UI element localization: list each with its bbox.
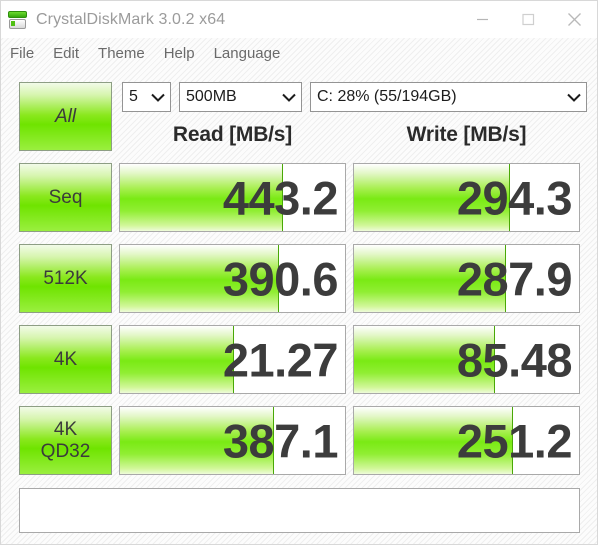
- run-4k-qd32-sublabel: QD32: [40, 440, 91, 462]
- comment-box[interactable]: [19, 488, 580, 533]
- run-seq-button[interactable]: Seq: [19, 163, 112, 232]
- close-button[interactable]: [551, 1, 597, 38]
- result-512k-write-value: 287.9: [456, 252, 573, 305]
- crystaldiskmark-window: CrystalDiskMark 3.0.2 x64 File Edit Them…: [0, 0, 598, 545]
- result-4k-read: 21.27: [119, 325, 346, 394]
- run-4k-qd32-button[interactable]: 4K QD32: [19, 406, 112, 475]
- write-column-header: Write [MB/s]: [406, 123, 527, 146]
- result-4k-qd32-write: 251.2: [353, 406, 580, 475]
- result-4k-read-value: 21.27: [222, 333, 339, 386]
- test-count-value: 5: [129, 88, 138, 105]
- window-title: CrystalDiskMark 3.0.2 x64: [36, 10, 226, 28]
- result-512k-read: 390.6: [119, 244, 346, 313]
- result-512k-write: 287.9: [353, 244, 580, 313]
- run-512k-label: 512K: [43, 267, 88, 289]
- run-seq-label: Seq: [48, 186, 83, 208]
- title-bar: CrystalDiskMark 3.0.2 x64: [1, 1, 597, 38]
- menu-item-file[interactable]: File: [10, 45, 34, 62]
- run-all-button[interactable]: All: [19, 82, 112, 151]
- result-4k-qd32-read: 387.1: [119, 406, 346, 475]
- run-4k-label: 4K: [53, 348, 78, 370]
- result-4k-qd32-read-value: 387.1: [222, 414, 339, 467]
- toolbar: 5 500MB C: 28% (55/194GB): [122, 82, 595, 112]
- test-size-value: 500MB: [186, 88, 237, 105]
- menu-item-edit[interactable]: Edit: [53, 45, 79, 62]
- result-seq-write: 294.3: [353, 163, 580, 232]
- menu-item-help[interactable]: Help: [164, 45, 195, 62]
- chevron-down-icon: [151, 93, 165, 102]
- run-all-label: All: [54, 105, 77, 127]
- drive-value: C: 28% (55/194GB): [317, 88, 457, 105]
- menu-bar: File Edit Theme Help Language: [1, 38, 597, 68]
- result-seq-read-value: 443.2: [222, 171, 339, 224]
- result-512k-read-value: 390.6: [222, 252, 339, 305]
- result-seq-write-value: 294.3: [456, 171, 573, 224]
- result-4k-qd32-write-value: 251.2: [456, 414, 573, 467]
- minimize-icon: [476, 18, 488, 21]
- run-4k-button[interactable]: 4K: [19, 325, 112, 394]
- chevron-down-icon: [567, 93, 581, 102]
- test-size-select[interactable]: 500MB: [179, 82, 302, 112]
- menu-item-language[interactable]: Language: [214, 45, 281, 62]
- run-4k-qd32-label: 4K: [53, 419, 78, 441]
- disk-drive-icon: [7, 9, 29, 31]
- maximize-icon: [521, 13, 534, 26]
- result-4k-write-value: 85.48: [456, 333, 573, 386]
- result-seq-read: 443.2: [119, 163, 346, 232]
- maximize-button[interactable]: [505, 1, 551, 38]
- close-icon: [567, 13, 581, 26]
- drive-select[interactable]: C: 28% (55/194GB): [310, 82, 587, 112]
- menu-item-theme[interactable]: Theme: [98, 45, 145, 62]
- read-column-header: Read [MB/s]: [172, 123, 293, 146]
- result-bar-fill: [120, 326, 234, 393]
- test-count-select[interactable]: 5: [122, 82, 171, 112]
- window-controls: [459, 1, 597, 38]
- run-512k-button[interactable]: 512K: [19, 244, 112, 313]
- chevron-down-icon: [282, 93, 296, 102]
- minimize-button[interactable]: [459, 1, 505, 38]
- result-4k-write: 85.48: [353, 325, 580, 394]
